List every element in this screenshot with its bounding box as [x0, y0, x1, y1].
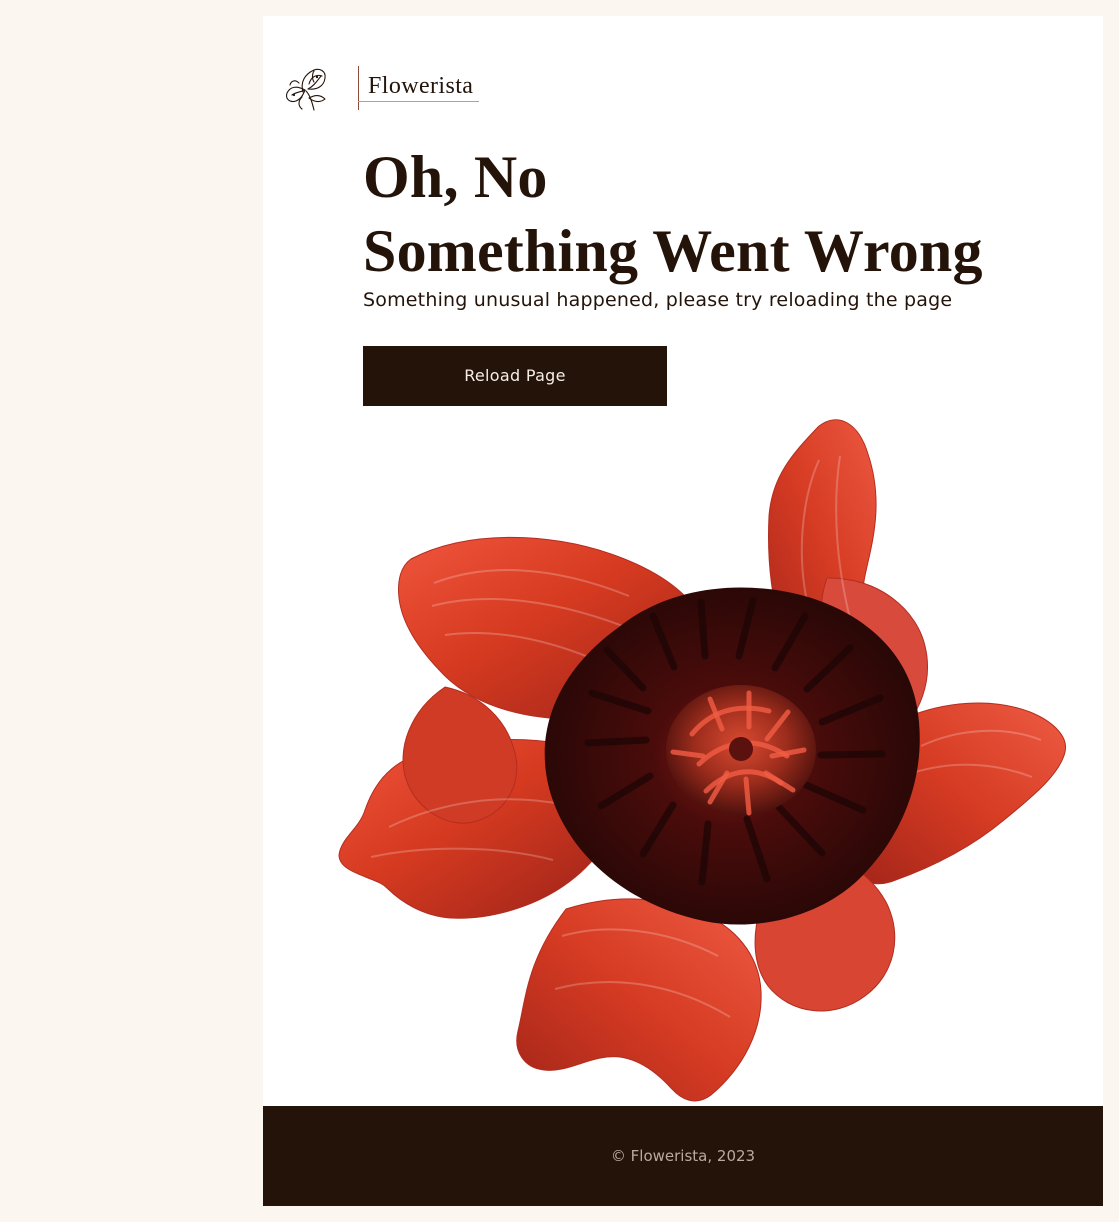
brand-name: Flowerista [368, 73, 474, 99]
red-poppy-flower-illustration [338, 419, 1066, 1102]
site-footer: © Flowerista, 2023 [263, 1106, 1103, 1206]
error-message: Something unusual happened, please try r… [363, 289, 953, 311]
error-heading: Oh, No Something Went Wrong [363, 140, 1083, 288]
brand-divider [358, 66, 359, 110]
error-page: Flowerista Oh, No Something Went Wrong S… [263, 16, 1103, 1206]
reload-page-button[interactable]: Reload Page [363, 346, 667, 406]
copyright-text: © Flowerista, 2023 [610, 1147, 756, 1165]
brand-header[interactable]: Flowerista [283, 64, 479, 112]
brand-underline [358, 101, 479, 102]
error-heading-line-1: Oh, No [363, 144, 548, 210]
flower-line-icon [286, 68, 326, 111]
error-heading-line-2: Something Went Wrong [363, 218, 983, 284]
